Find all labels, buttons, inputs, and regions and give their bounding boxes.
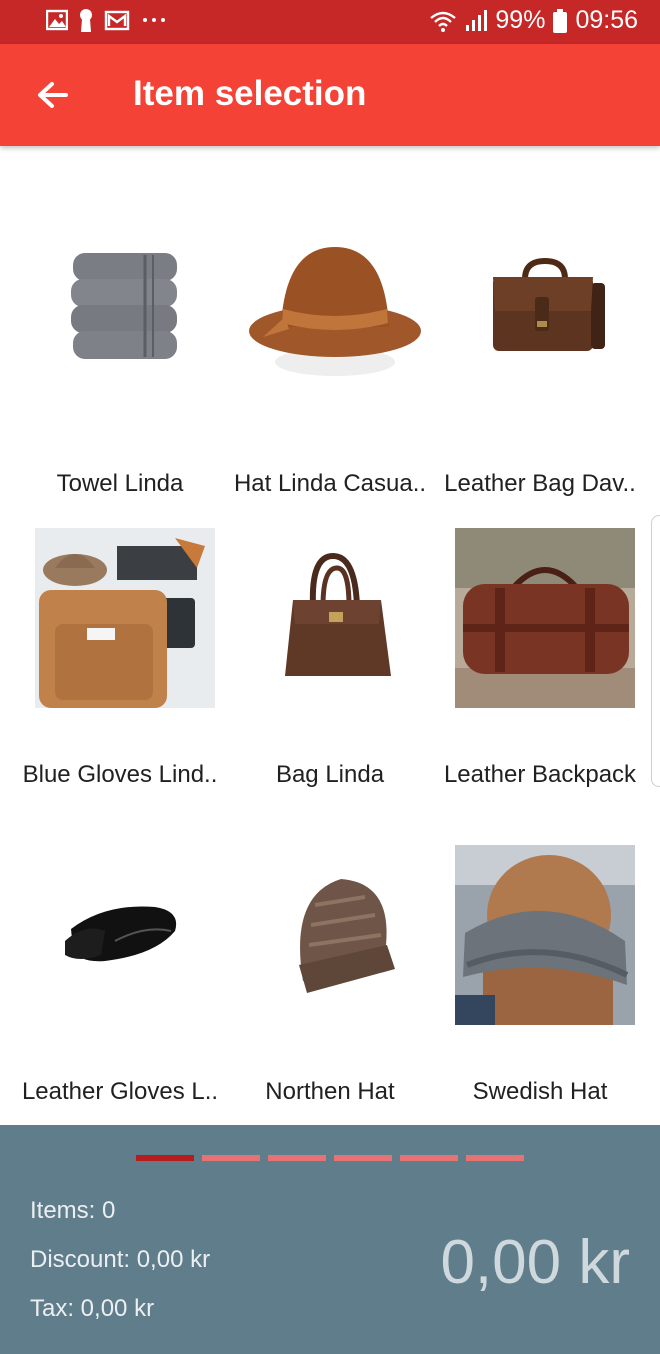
item-name: Towel Linda [56, 470, 184, 497]
item-tile[interactable]: Towel Linda [15, 237, 225, 537]
keyhole-icon [80, 9, 92, 32]
brown-hat-icon [249, 247, 421, 376]
page-dot[interactable] [466, 1155, 524, 1161]
item-thumbnail [245, 528, 425, 708]
leather-satchel-icon [493, 257, 605, 351]
item-thumbnail [455, 845, 635, 1025]
image-icon [46, 9, 68, 31]
tax-value: Tax: 0,00 kr [30, 1295, 155, 1322]
page-dot[interactable] [136, 1155, 194, 1161]
items-count: Items: 0 [30, 1197, 116, 1224]
beanie-icon [299, 879, 395, 993]
item-name: Leather Gloves L.. [21, 1078, 219, 1105]
battery-percent: 99% [495, 6, 546, 34]
item-thumbnail [455, 237, 635, 417]
page-title: Item selection [133, 74, 367, 113]
item-tile[interactable]: Leather Bag Dav.. [435, 237, 645, 537]
item-tile[interactable]: Leather Gloves L.. [15, 845, 225, 1145]
towel-stack-icon [71, 253, 177, 359]
mail-icon [104, 10, 130, 31]
more-dots-icon [143, 18, 165, 22]
backpack-flatlay-photo [35, 528, 215, 708]
item-thumbnail [245, 845, 425, 1025]
item-thumbnail [35, 528, 215, 708]
item-name: Hat Linda Casua.. [233, 470, 427, 497]
item-name: Bag Linda [275, 761, 385, 788]
signal-icon [466, 9, 488, 31]
black-gloves-icon [65, 906, 177, 962]
item-tile[interactable]: Bag Linda [225, 528, 435, 828]
item-tile[interactable]: Hat Linda Casua.. [225, 237, 435, 537]
page-dot[interactable] [400, 1155, 458, 1161]
page-dot[interactable] [268, 1155, 326, 1161]
item-name: Leather Bag Dav.. [444, 470, 636, 497]
item-thumbnail [455, 528, 635, 708]
discount-value: Discount: 0,00 kr [30, 1246, 211, 1273]
item-name: Northen Hat [265, 1078, 395, 1105]
handbag-icon [285, 552, 391, 676]
clock: 09:56 [575, 6, 638, 34]
app-bar: Item selection [0, 44, 660, 146]
duffel-bag-photo [455, 528, 635, 708]
order-summary-panel: Items: 0 Discount: 0,00 kr Tax: 0,00 kr … [0, 1125, 660, 1354]
item-tile[interactable]: Northen Hat [225, 845, 435, 1145]
battery-icon [553, 8, 568, 33]
back-button[interactable] [28, 72, 76, 120]
item-name: Blue Gloves Lind.. [22, 761, 218, 788]
item-thumbnail [35, 845, 215, 1025]
item-tile[interactable]: Blue Gloves Lind.. [15, 528, 225, 828]
item-thumbnail [35, 237, 215, 417]
scarf-person-photo [455, 845, 635, 1025]
item-name: Leather Backpack [443, 761, 637, 788]
scroll-indicator[interactable] [651, 515, 660, 787]
system-indicators: 99% 09:56 [429, 6, 638, 35]
item-name: Swedish Hat [472, 1078, 608, 1105]
page-indicator [136, 1155, 524, 1161]
page-dot[interactable] [202, 1155, 260, 1161]
arrow-back-icon [38, 82, 68, 108]
item-thumbnail [245, 237, 425, 417]
notification-icons [46, 8, 170, 32]
item-tile[interactable]: Leather Backpack [435, 528, 645, 828]
item-tile[interactable]: Swedish Hat [435, 845, 645, 1145]
status-bar: 99% 09:56 [0, 0, 660, 44]
page-dot[interactable] [334, 1155, 392, 1161]
wifi-icon [430, 11, 457, 32]
total-amount: 0,00 kr [440, 1228, 630, 1297]
